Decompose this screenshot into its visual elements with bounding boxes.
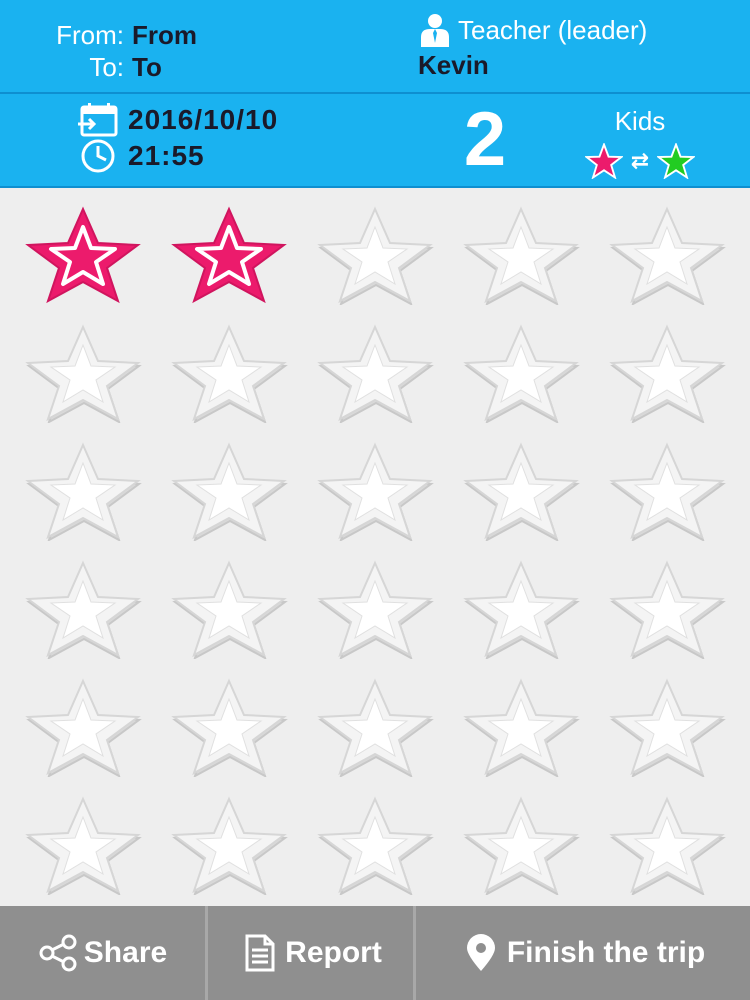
star-icon (171, 678, 288, 777)
star-icon (317, 796, 434, 895)
star-icon (317, 442, 434, 541)
star-icon (463, 324, 580, 423)
star-icon (609, 796, 726, 895)
star-icon (609, 442, 726, 541)
share-icon (39, 934, 77, 972)
time-row: 21:55 (76, 138, 205, 174)
to-label: To: (89, 52, 124, 82)
star-slot-empty[interactable] (302, 196, 448, 314)
star-icon (317, 560, 434, 659)
star-icon (171, 206, 287, 304)
star-slot-empty[interactable] (448, 196, 594, 314)
footer-bar: Share Report Finish the trip (0, 906, 750, 1000)
star-icon (609, 678, 726, 777)
kids-label: Kids (614, 106, 666, 136)
star-icon (25, 206, 141, 304)
star-icon (171, 796, 288, 895)
star-icon (463, 796, 580, 895)
date-text: 2016/10/10 (128, 104, 279, 135)
star-slot-empty[interactable] (448, 786, 594, 904)
star-slot-empty[interactable] (448, 668, 594, 786)
star-icon (317, 324, 434, 423)
from-label: From: (56, 20, 124, 50)
kids-count: 2 (463, 97, 507, 182)
star-icon (463, 678, 580, 777)
star-slot-empty[interactable] (302, 314, 448, 432)
star-slot-empty[interactable] (10, 314, 156, 432)
star-slot-empty[interactable] (156, 786, 302, 904)
calendar-icon (78, 103, 118, 137)
star-slot-empty[interactable] (10, 786, 156, 904)
finish-label: Finish the trip (506, 936, 706, 969)
star-icon (463, 560, 580, 659)
star-slot-checked[interactable] (156, 196, 302, 314)
star-slot-empty[interactable] (594, 550, 740, 668)
report-label: Report (285, 936, 382, 969)
star-icon (171, 442, 288, 541)
kids-legend-block: Kids ⇄ (570, 106, 710, 179)
star-icon (609, 206, 726, 305)
star-slot-empty[interactable] (10, 432, 156, 550)
star-icon (25, 560, 142, 659)
to-row: To: To (0, 52, 260, 84)
star-icon (463, 206, 580, 305)
star-slot-empty[interactable] (448, 432, 594, 550)
star-icon (25, 324, 142, 423)
star-slot-empty[interactable] (594, 314, 740, 432)
star-slot-empty[interactable] (594, 668, 740, 786)
star-slot-empty[interactable] (302, 786, 448, 904)
star-grid (10, 196, 740, 902)
share-button[interactable]: Share (0, 906, 208, 1000)
star-icon (171, 560, 288, 659)
from-value: From (132, 20, 197, 50)
star-icon (25, 678, 142, 777)
report-button[interactable]: Report (208, 906, 416, 1000)
star-icon (609, 560, 726, 659)
star-slot-empty[interactable] (10, 668, 156, 786)
star-slot-empty[interactable] (594, 432, 740, 550)
green-star-icon (657, 143, 696, 179)
star-slot-empty[interactable] (10, 550, 156, 668)
star-slot-empty[interactable] (156, 550, 302, 668)
teacher-role: Teacher (leader) (458, 14, 648, 45)
to-value: To (132, 52, 162, 82)
header-bottom: 2016/10/10 21:55 2 Kids ⇄ (0, 94, 750, 188)
map-pin-icon (466, 934, 495, 971)
person-icon (421, 14, 449, 47)
time-text: 21:55 (128, 140, 205, 171)
date-row: 2016/10/10 (76, 102, 278, 138)
finish-trip-button[interactable]: Finish the trip (416, 906, 750, 1000)
star-slot-empty[interactable] (594, 786, 740, 904)
teacher-info: Teacher (leader) Kevin (418, 12, 738, 81)
star-icon (317, 678, 434, 777)
star-icon (317, 206, 434, 305)
teacher-name: Kevin (418, 50, 489, 80)
header-top: From: From To: To Teacher (leader) Kevin (0, 0, 750, 94)
from-row: From: From (0, 20, 260, 52)
pink-star-icon (584, 143, 623, 179)
clock-icon (81, 139, 115, 173)
star-slot-empty[interactable] (302, 432, 448, 550)
swap-icon: ⇄ (630, 148, 650, 173)
star-slot-empty[interactable] (448, 550, 594, 668)
teacher-role-row: Teacher (leader) (418, 12, 738, 48)
star-slot-empty[interactable] (156, 432, 302, 550)
star-icon (463, 442, 580, 541)
star-slot-checked[interactable] (10, 196, 156, 314)
star-icon (609, 324, 726, 423)
star-slot-empty[interactable] (302, 550, 448, 668)
star-icon (171, 324, 288, 423)
document-icon (245, 934, 275, 972)
kids-legend: ⇄ (570, 143, 710, 179)
star-slot-empty[interactable] (302, 668, 448, 786)
route-info: From: From To: To (0, 20, 260, 84)
star-slot-empty[interactable] (448, 314, 594, 432)
star-slot-empty[interactable] (594, 196, 740, 314)
star-slot-empty[interactable] (156, 668, 302, 786)
share-label: Share (83, 936, 168, 969)
star-icon (25, 442, 142, 541)
star-slot-empty[interactable] (156, 314, 302, 432)
star-icon (25, 796, 142, 895)
